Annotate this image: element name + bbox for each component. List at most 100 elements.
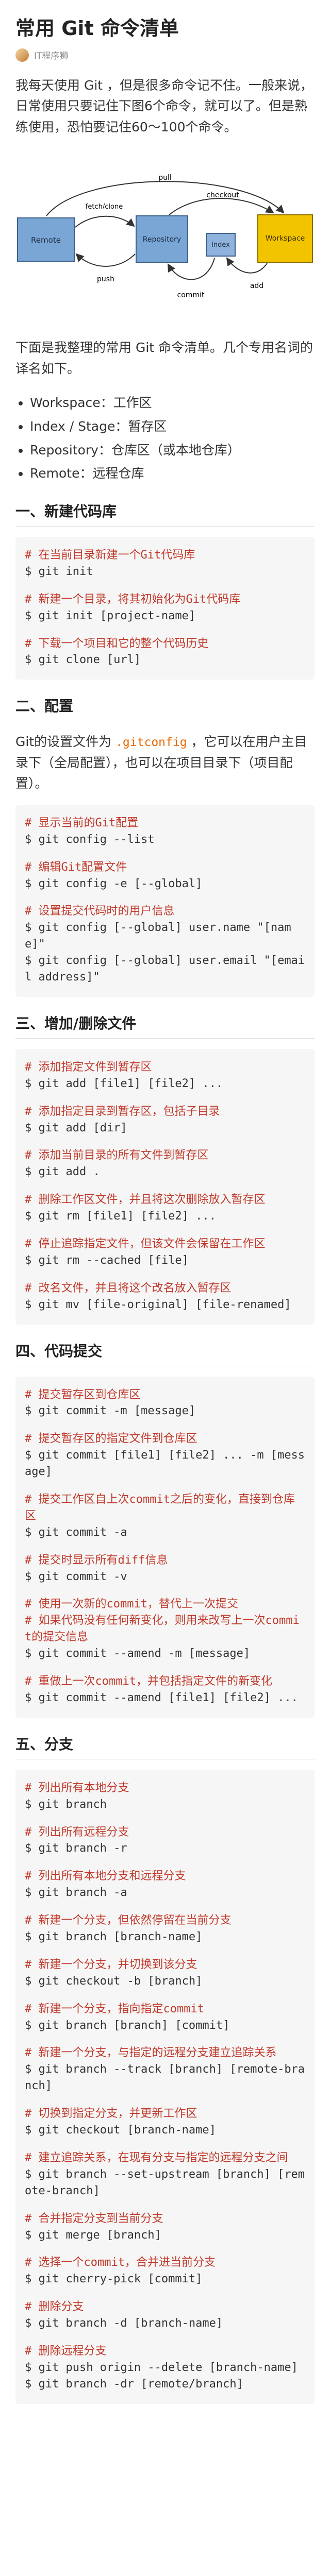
code-comment: # 下载一个项目和它的整个代码历史 xyxy=(25,637,209,650)
section-heading: 二、配置 xyxy=(15,695,315,722)
section-paragraph: Git的设置文件为 .gitconfig ，它可以在用户主目录下（全局配置），也… xyxy=(15,732,315,794)
code-command: $ git config --list xyxy=(25,833,155,846)
code-spacer xyxy=(25,1269,305,1280)
intro-paragraph: 我每天使用 Git ，但是很多命令记不住。一般来说，日常使用只要记住下图6个命令… xyxy=(15,77,314,134)
code-spacer xyxy=(25,1945,305,1957)
code-command: $ git branch [branch-name] xyxy=(25,1930,203,1944)
code-comment: # 列出所有远程分支 xyxy=(25,1825,129,1839)
code-comment: # 列出所有本地分支 xyxy=(25,1781,129,1794)
code-block: # 添加指定文件到暂存区 $ git add [file1] [file2] ..… xyxy=(15,1048,315,1325)
arrow-fetch-clone xyxy=(75,215,135,228)
code-spacer xyxy=(25,1662,305,1673)
code-spacer xyxy=(25,1480,305,1492)
code-command: $ git rm --cached [file] xyxy=(25,1253,189,1267)
code-spacer xyxy=(25,892,305,903)
code-command: $ git checkout -b [branch] xyxy=(25,1974,203,1988)
arrow-push xyxy=(75,253,136,267)
node-workspace-label: Workspace xyxy=(266,234,305,243)
code-command: $ git branch -r xyxy=(25,1842,127,1855)
terms-list: Workspace：工作区 Index / Stage：暂存区 Reposito… xyxy=(15,392,315,485)
code-spacer xyxy=(25,1092,305,1104)
code-command: $ git init xyxy=(25,565,93,578)
code-comment: # 合并指定分支到当前分支 xyxy=(25,2212,163,2225)
code-spacer xyxy=(25,2033,305,2045)
code-comment: # 新建一个分支，指向指定commit xyxy=(25,2002,204,2015)
code-comment: # 提交暂存区的指定文件到仓库区 xyxy=(25,1432,197,1446)
code-comment: # 建立追踪关系，在现有分支与指定的远程分支之间 xyxy=(25,2151,288,2164)
code-command: $ git commit -m [message] xyxy=(25,1404,196,1418)
code-command: $ git branch -d [branch-name] xyxy=(25,2317,223,2330)
code-command: $ git merge [branch] xyxy=(25,2228,161,2242)
code-command: $ git cherry-pick [commit] xyxy=(25,2273,203,2286)
code-comment: # 停止追踪指定文件，但该文件会保留在工作区 xyxy=(25,1237,266,1250)
node-index-label: Index xyxy=(211,241,230,249)
code-comment: # 提交工作区自上次commit之后的变化，直接到仓库区 xyxy=(25,1493,295,1522)
code-comment: # 删除工作区文件，并且将这次删除放入暂存区 xyxy=(25,1193,266,1207)
code-command: $ git commit [file1] [file2] ... -m [mes… xyxy=(25,1449,305,1479)
code-comment: # 新建一个目录，将其初始化为Git代码库 xyxy=(25,592,241,606)
term-item: Workspace：工作区 xyxy=(30,392,315,414)
code-spacer xyxy=(25,1585,305,1596)
code-command: $ git commit --amend [file1] [file2] ... xyxy=(25,1691,298,1704)
code-command: $ git mv [file-original] [file-renamed] xyxy=(25,1298,291,1311)
arrow-fetch-clone-label: fetch/clone xyxy=(86,203,123,211)
arrow-add-label: add xyxy=(250,282,263,290)
author-meta: IT程序狮 xyxy=(15,48,315,62)
code-command: $ git rm [file1] [file2] ... xyxy=(25,1210,216,1223)
code-comment: # 添加指定目录到暂存区，包括子目录 xyxy=(25,1105,220,1118)
code-command: $ git config [--global] user.email "[ema… xyxy=(25,954,305,984)
node-remote-label: Remote xyxy=(31,235,61,245)
code-spacer xyxy=(25,1990,305,2001)
code-command: $ git add [file1] [file2] ... xyxy=(25,1077,223,1090)
code-command: $ git config [--global] user.name "[name… xyxy=(25,921,291,951)
article-title: 常用 Git 命令清单 xyxy=(15,17,179,40)
code-command: $ git branch xyxy=(25,1798,107,1811)
code-comment: # 在当前目录新建一个Git代码库 xyxy=(25,549,195,562)
code-block: # 显示当前的Git配置 $ git config --list # 编辑Git配置… xyxy=(15,804,315,997)
author-name[interactable]: IT程序狮 xyxy=(34,48,68,61)
code-command: $ git branch -dr [remote/branch] xyxy=(25,2377,243,2391)
code-command: $ git commit --amend -m [message] xyxy=(25,1647,251,1660)
code-command: $ git push origin --delete [branch-name] xyxy=(25,2361,298,2374)
node-repository-label: Repository xyxy=(143,235,181,244)
paragraph-text: Git的设置文件为 xyxy=(15,734,116,750)
code-command: $ git branch --set-upstream [branch] [re… xyxy=(25,2167,305,2197)
code-spacer xyxy=(25,2094,305,2106)
code-command: $ git init [project-name] xyxy=(25,609,196,622)
code-spacer xyxy=(25,2332,305,2343)
code-block: # 列出所有本地分支 $ git branch # 列出所有远程分支 $ git br… xyxy=(15,1769,315,2404)
code-comment: # 新建一个分支，与指定的远程分支建立追踪关系 xyxy=(25,2046,277,2060)
code-command: $ git clone [url] xyxy=(25,653,141,667)
arrow-push-label: push xyxy=(97,275,114,283)
code-block: # 在当前目录新建一个Git代码库 $ git init # 新建一个目录，将其初始… xyxy=(15,537,315,680)
code-spacer xyxy=(25,624,305,636)
code-comment: # 提交时显示所有diff信息 xyxy=(25,1553,168,1567)
arrow-pull xyxy=(46,181,285,216)
code-comment: # 重做上一次commit，并包括指定文件的新变化 xyxy=(25,1675,272,1688)
code-spacer xyxy=(25,1136,305,1147)
code-spacer xyxy=(25,1180,305,1192)
code-comment: # 使用一次新的commit，替代上一次提交 xyxy=(25,1598,238,1611)
code-spacer xyxy=(25,1813,305,1824)
term-item: Remote：远程仓库 xyxy=(30,462,315,485)
code-comment: # 显示当前的Git配置 xyxy=(25,816,139,829)
section-heading: 三、增加/删除文件 xyxy=(15,1012,315,1039)
code-command: $ git commit -v xyxy=(25,1570,127,1583)
section-heading: 五、分支 xyxy=(15,1733,315,1759)
code-spacer xyxy=(25,2139,305,2150)
code-comment: # 新建一个分支，并切换到该分支 xyxy=(25,1958,197,1971)
code-comment: # 新建一个分支，但依然停留在当前分支 xyxy=(25,1914,232,1927)
avatar[interactable] xyxy=(15,48,29,62)
code-spacer xyxy=(25,848,305,859)
code-comment: # 选择一个commit，合并进当前分支 xyxy=(25,2256,216,2269)
code-comment: # 切换到指定分支，并更新工作区 xyxy=(25,2107,197,2121)
arrow-pull-label: pull xyxy=(158,174,172,182)
arrow-commit-label: commit xyxy=(177,291,205,299)
code-spacer xyxy=(25,1541,305,1552)
code-command: $ git branch -a xyxy=(25,1886,127,1900)
arrow-checkout-label: checkout xyxy=(206,191,239,199)
arrow-checkout xyxy=(169,198,274,215)
term-item: Index / Stage：暂存区 xyxy=(30,415,315,438)
code-command: $ git add [dir] xyxy=(25,1121,127,1134)
code-comment: # 编辑Git配置文件 xyxy=(25,860,127,874)
